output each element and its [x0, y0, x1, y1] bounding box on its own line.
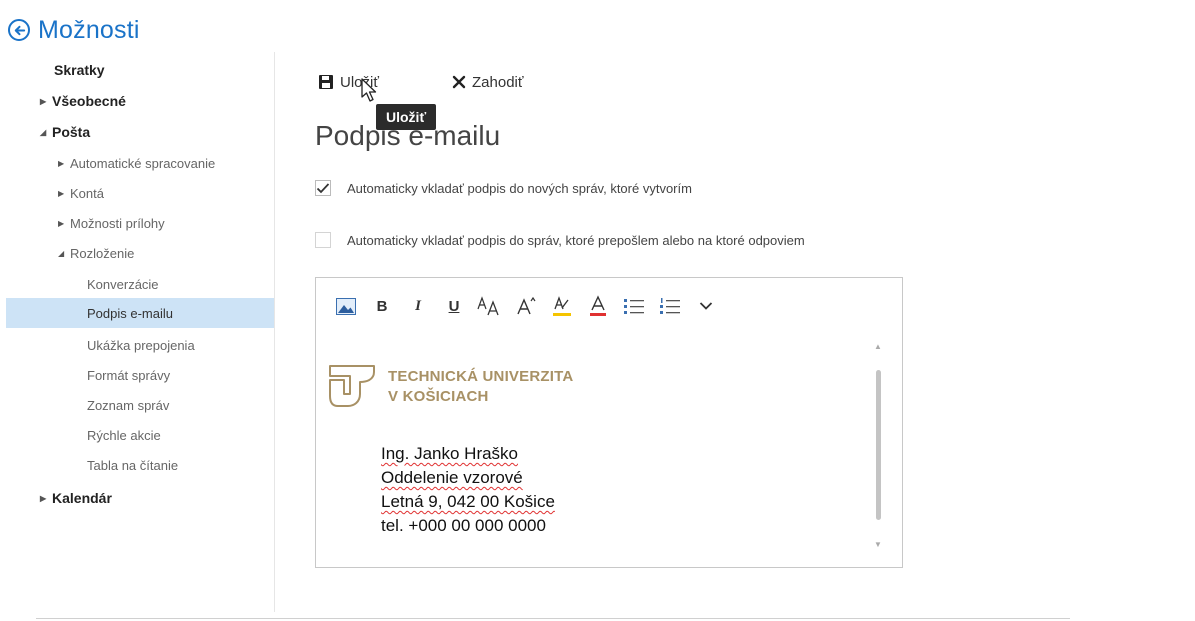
- collapsed-arrow-icon: ▶: [58, 188, 65, 198]
- tuke-logo-icon: [329, 365, 375, 407]
- auto-signature-reply-checkbox[interactable]: [315, 232, 331, 248]
- bullets-icon[interactable]: [616, 292, 652, 320]
- sidebar-item-label: Tabla na čítanie: [87, 457, 179, 473]
- font-color-icon[interactable]: [580, 292, 616, 320]
- university-name-line1: TECHNICKÁ UNIVERZITA: [388, 368, 574, 385]
- auto-signature-new-checkbox[interactable]: [315, 180, 331, 196]
- expanded-arrow-icon: ◢: [40, 127, 47, 137]
- sidebar-item-label: Rýchle akcie: [87, 427, 161, 443]
- collapsed-arrow-icon: ▶: [58, 158, 65, 168]
- sidebar-item-label: Skratky: [54, 62, 105, 78]
- auto-signature-new-label: Automaticky vkladať podpis do nových spr…: [347, 180, 692, 196]
- sidebar-item-label: Zoznam správ: [87, 397, 170, 413]
- sidebar-item-podpis-e-mailu[interactable]: Podpis e-mailu: [6, 298, 274, 328]
- editor-scrollbar[interactable]: ▲ ▼: [874, 340, 882, 550]
- sidebar-item-label: Kontá: [70, 185, 104, 201]
- auto-signature-reply-option: Automaticky vkladať podpis do správ, kto…: [315, 232, 805, 248]
- sidebar-item-format-spravy[interactable]: Formát správy: [6, 360, 274, 390]
- sidebar-item-kalendar[interactable]: ▶ Kalendár: [6, 483, 274, 513]
- sidebar-item-label: Rozloženie: [70, 245, 135, 261]
- sidebar-item-vseobecne[interactable]: ▶ Všeobecné: [6, 86, 274, 116]
- university-name: TECHNICKÁ UNIVERZITA V KOŠICIACH: [388, 367, 573, 407]
- highlight-icon[interactable]: [544, 292, 580, 320]
- sidebar-item-konverzacie[interactable]: Konverzácie: [6, 269, 274, 299]
- discard-button[interactable]: Zahodiť: [452, 70, 524, 94]
- signature-address: Letná 9, 042 00 Košice: [381, 492, 555, 511]
- grow-font-icon[interactable]: [508, 292, 544, 320]
- numbering-icon[interactable]: [652, 292, 688, 320]
- university-logo: TECHNICKÁ UNIVERZITA V KOŠICIACH: [328, 364, 573, 410]
- sidebar-item-konta[interactable]: ▶ Kontá: [6, 178, 274, 208]
- sidebar-item-zoznam-sprav[interactable]: Zoznam správ: [6, 390, 274, 420]
- underline-glyph: U: [448, 297, 460, 315]
- sidebar-item-label: Podpis e-mailu: [87, 305, 173, 321]
- collapsed-arrow-icon: ▶: [40, 96, 47, 106]
- save-tooltip: Uložiť: [376, 104, 437, 130]
- sidebar-item-rozlozenie[interactable]: ◢ Rozloženie: [6, 238, 274, 268]
- font-size-icon[interactable]: [472, 292, 508, 320]
- sidebar-item-label: Konverzácie: [87, 276, 159, 292]
- sidebar-item-posta[interactable]: ◢ Pošta: [6, 117, 274, 147]
- auto-signature-new-option: Automaticky vkladať podpis do nových spr…: [315, 180, 692, 196]
- signature-name: Ing. Janko Hraško: [381, 444, 519, 463]
- sidebar-item-moznosti-prilohy[interactable]: ▶ Možnosti prílohy: [6, 208, 274, 238]
- horizontal-divider: [36, 618, 1070, 619]
- checkmark-icon: [316, 183, 330, 194]
- scroll-thumb[interactable]: [876, 370, 881, 520]
- sidebar-item-label: Formát správy: [87, 367, 171, 383]
- sidebar-item-ukazka-prepojenia[interactable]: Ukážka prepojenia: [6, 330, 274, 360]
- signature-editor[interactable]: B I U TECHNICKÁ UNIVERZITA V KOŠICIACH I…: [315, 277, 903, 568]
- sidebar-item-label: Kalendár: [52, 490, 112, 506]
- scroll-down-icon[interactable]: ▼: [874, 540, 882, 549]
- close-icon: [452, 75, 466, 89]
- sidebar-item-label: Automatické spracovanie: [70, 155, 216, 171]
- insert-picture-icon[interactable]: [328, 292, 364, 320]
- bold-icon[interactable]: B: [364, 292, 400, 320]
- sidebar-item-label: Možnosti prílohy: [70, 215, 165, 231]
- sidebar-item-label: Pošta: [52, 124, 91, 140]
- page-header-title: Možnosti: [38, 15, 140, 44]
- signature-text[interactable]: Ing. Janko Hraško Oddelenie vzorové Letn…: [381, 442, 555, 538]
- options-sidebar: Skratky ▶ Všeobecné ◢ Pošta ▶ Automatick…: [6, 52, 275, 612]
- sidebar-item-label: Ukážka prepojenia: [87, 337, 195, 353]
- options-header: Možnosti: [8, 12, 140, 48]
- sidebar-item-skratky[interactable]: Skratky: [6, 55, 274, 85]
- university-name-line2: V KOŠICIACH: [388, 388, 489, 405]
- discard-button-label: Zahodiť: [472, 73, 524, 91]
- save-icon: [319, 75, 333, 89]
- collapsed-arrow-icon: ▶: [58, 218, 65, 228]
- more-chevron-icon[interactable]: [688, 292, 724, 320]
- signature-phone: tel. +000 00 000 0000: [381, 516, 546, 535]
- collapsed-arrow-icon: ▶: [40, 493, 47, 503]
- editor-toolbar: B I U: [328, 292, 724, 320]
- italic-glyph: I: [415, 297, 421, 314]
- auto-signature-reply-label: Automaticky vkladať podpis do správ, kto…: [347, 232, 805, 248]
- scroll-up-icon[interactable]: ▲: [874, 342, 882, 351]
- italic-icon[interactable]: I: [400, 292, 436, 320]
- sidebar-item-rychle-akcie[interactable]: Rýchle akcie: [6, 420, 274, 450]
- sidebar-item-label: Všeobecné: [52, 93, 126, 109]
- expanded-arrow-icon: ◢: [58, 248, 65, 258]
- back-arrow-icon[interactable]: [8, 19, 30, 41]
- mouse-cursor-icon: [361, 78, 377, 102]
- sidebar-item-automaticke-spracovanie[interactable]: ▶ Automatické spracovanie: [6, 148, 274, 178]
- underline-icon[interactable]: U: [436, 292, 472, 320]
- signature-department: Oddelenie vzorové: [381, 468, 523, 487]
- sidebar-item-tabla-na-citanie[interactable]: Tabla na čítanie: [6, 450, 274, 480]
- bold-glyph: B: [376, 297, 388, 315]
